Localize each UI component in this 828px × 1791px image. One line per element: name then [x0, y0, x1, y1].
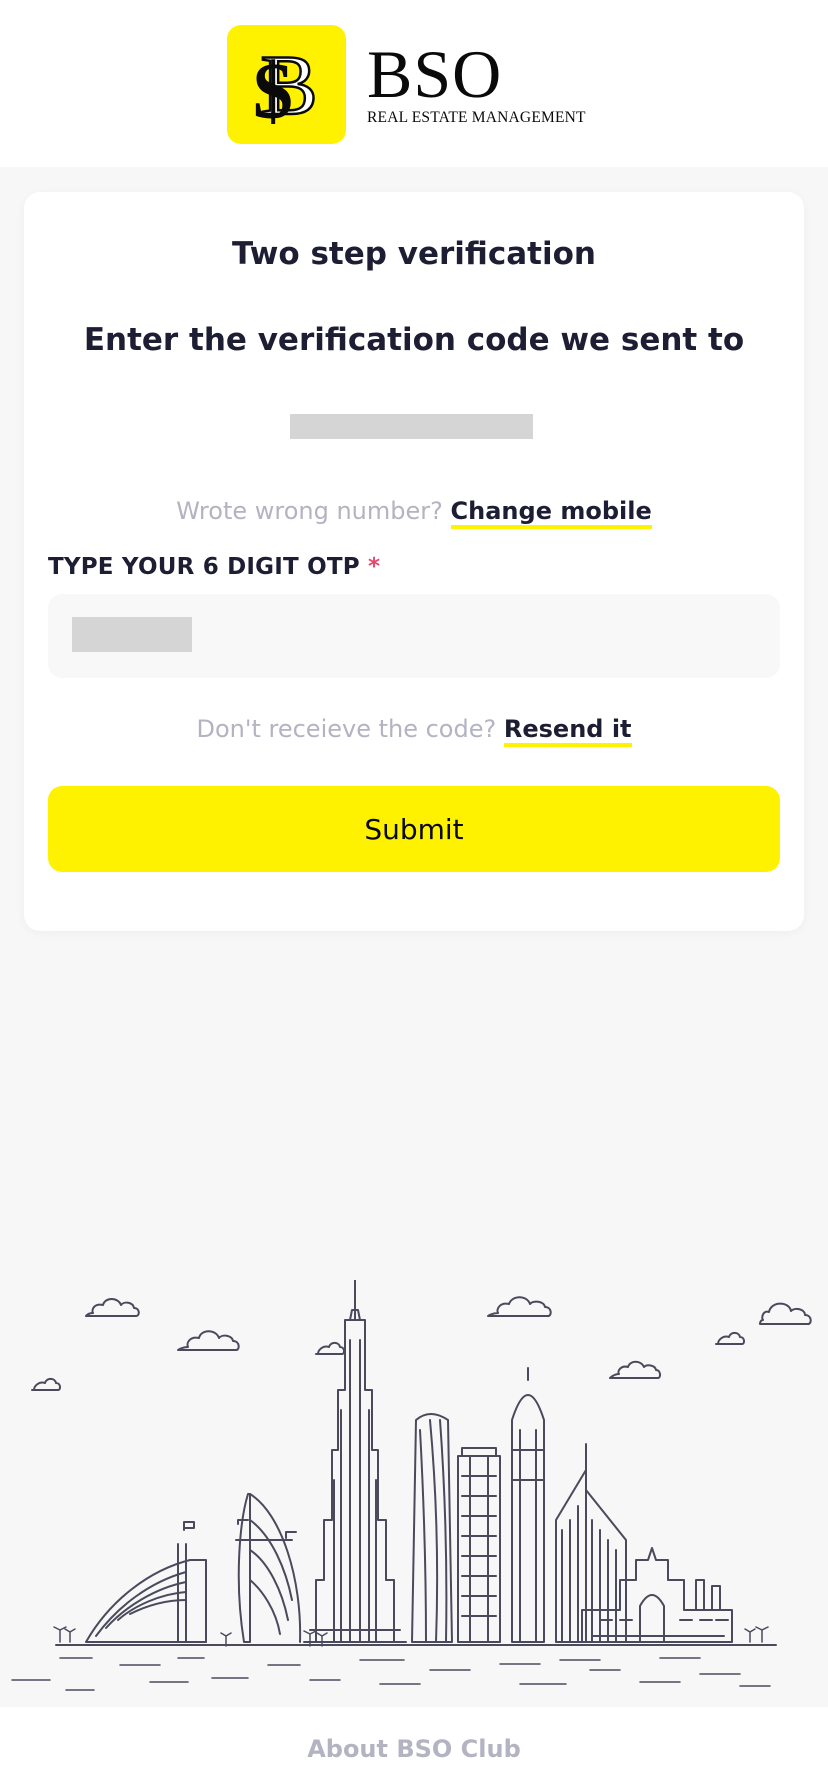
resend-row: Don't receieve the code? Resend it — [24, 715, 804, 747]
wrong-number-row: Wrote wrong number? Change mobile — [24, 497, 804, 529]
brand-name: BSO — [367, 36, 503, 112]
app-footer: About BSO Club — [0, 1707, 828, 1791]
wrong-number-prompt: Wrote wrong number? — [176, 497, 443, 525]
city-skyline-illustration — [11, 1280, 812, 1691]
about-bso-club-link[interactable]: About BSO Club — [307, 1735, 521, 1763]
verification-card: Two step verification Enter the verifica… — [24, 192, 804, 931]
app-header: B $ BSO REAL ESTATE MANAGEMENT — [0, 0, 828, 167]
svg-text:$: $ — [253, 48, 293, 134]
resend-link[interactable]: Resend it — [503, 715, 632, 747]
brand-tagline: REAL ESTATE MANAGEMENT — [367, 109, 586, 126]
brand-logo: B $ BSO REAL ESTATE MANAGEMENT — [227, 24, 586, 144]
page-title: Two step verification — [232, 236, 596, 272]
cloud-icon — [31, 1296, 812, 1391]
masked-otp-value — [72, 617, 192, 652]
otp-field-label: TYPE YOUR 6 DIGIT OTP * — [48, 554, 380, 580]
resend-prompt: Don't receieve the code? — [196, 715, 497, 743]
change-mobile-link[interactable]: Change mobile — [450, 497, 652, 529]
otp-label-text: TYPE YOUR 6 DIGIT OTP — [48, 554, 360, 580]
masked-phone-number — [290, 414, 533, 439]
logo-badge-icon: B $ — [227, 24, 346, 144]
logo-wordmark: BSO REAL ESTATE MANAGEMENT — [367, 36, 586, 127]
verification-subtitle: Enter the verification code we sent to — [83, 322, 745, 358]
required-marker: * — [368, 554, 381, 580]
submit-button[interactable]: Submit — [48, 786, 780, 872]
